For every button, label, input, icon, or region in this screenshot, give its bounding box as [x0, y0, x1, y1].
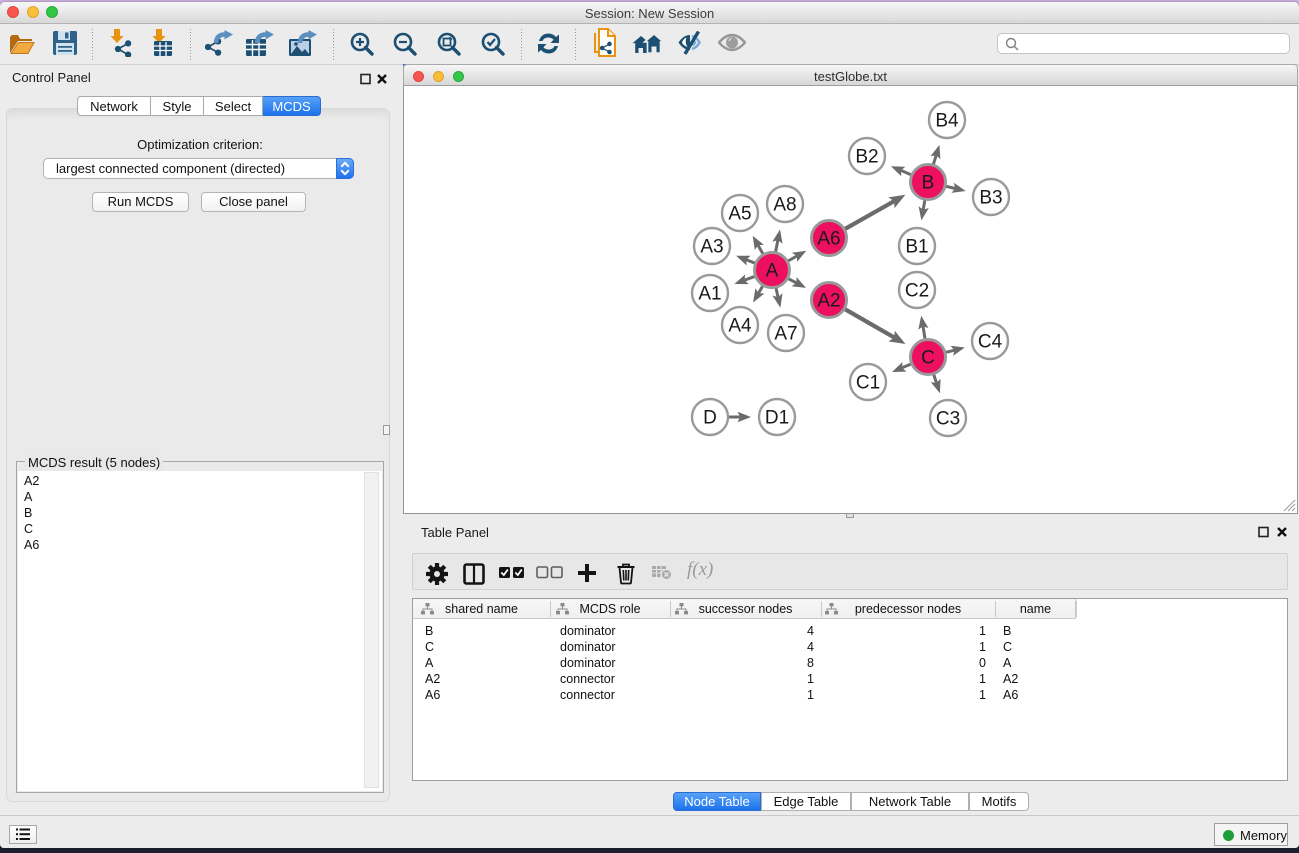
svg-text:A3: A3	[700, 237, 723, 258]
svg-text:B4: B4	[935, 111, 959, 132]
svg-text:B2: B2	[855, 147, 878, 168]
svg-text:D: D	[703, 408, 717, 429]
svg-text:B3: B3	[979, 188, 1002, 209]
svg-text:B1: B1	[905, 237, 928, 258]
svg-text:C3: C3	[936, 409, 960, 430]
svg-text:A5: A5	[728, 204, 751, 225]
svg-text:D1: D1	[765, 408, 789, 429]
svg-text:B: B	[922, 173, 935, 194]
svg-text:C: C	[921, 348, 935, 369]
svg-text:C4: C4	[978, 332, 1003, 353]
svg-text:A2: A2	[817, 291, 840, 312]
svg-text:A7: A7	[774, 324, 797, 345]
svg-text:A8: A8	[773, 195, 796, 216]
svg-text:C2: C2	[905, 281, 929, 302]
svg-text:C1: C1	[856, 373, 880, 394]
svg-text:A4: A4	[728, 316, 752, 337]
svg-text:A: A	[766, 261, 779, 282]
svg-text:A1: A1	[698, 284, 721, 305]
svg-text:A6: A6	[817, 229, 840, 250]
